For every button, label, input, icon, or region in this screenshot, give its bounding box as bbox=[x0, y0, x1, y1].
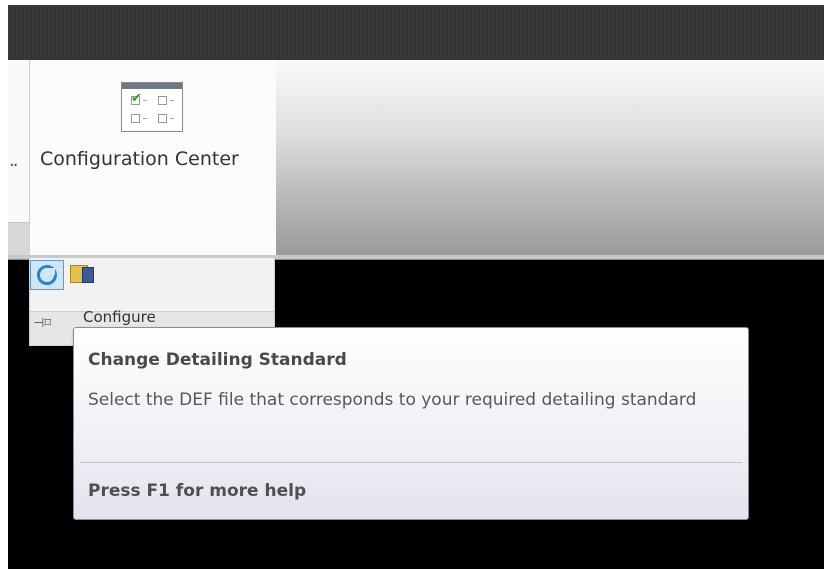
pin-icon[interactable]: ⊣⌑ bbox=[33, 316, 51, 331]
change-detailing-standard-button[interactable] bbox=[30, 260, 64, 290]
panel-toolbar bbox=[29, 258, 275, 312]
window-edge bbox=[0, 0, 8, 569]
configuration-center-label: Configuration Center bbox=[40, 148, 239, 170]
truncated-label: .. bbox=[9, 150, 19, 171]
title-bar bbox=[8, 0, 824, 60]
tooltip: Change Detailing Standard Select the DEF… bbox=[73, 327, 749, 520]
tooltip-description: Select the DEF file that corresponds to … bbox=[88, 390, 697, 410]
tooltip-help: Press F1 for more help bbox=[88, 481, 307, 501]
ribbon-previous-panel-footer bbox=[8, 222, 29, 259]
tooltip-divider bbox=[80, 462, 742, 463]
ribbon-previous-panel: .. bbox=[8, 60, 29, 222]
configuration-center-icon: ✔ bbox=[121, 82, 183, 132]
settings-config-button[interactable] bbox=[70, 263, 96, 287]
panel-title: Configure bbox=[83, 308, 156, 326]
tooltip-title: Change Detailing Standard bbox=[88, 350, 347, 370]
ribbon-background bbox=[276, 60, 824, 256]
